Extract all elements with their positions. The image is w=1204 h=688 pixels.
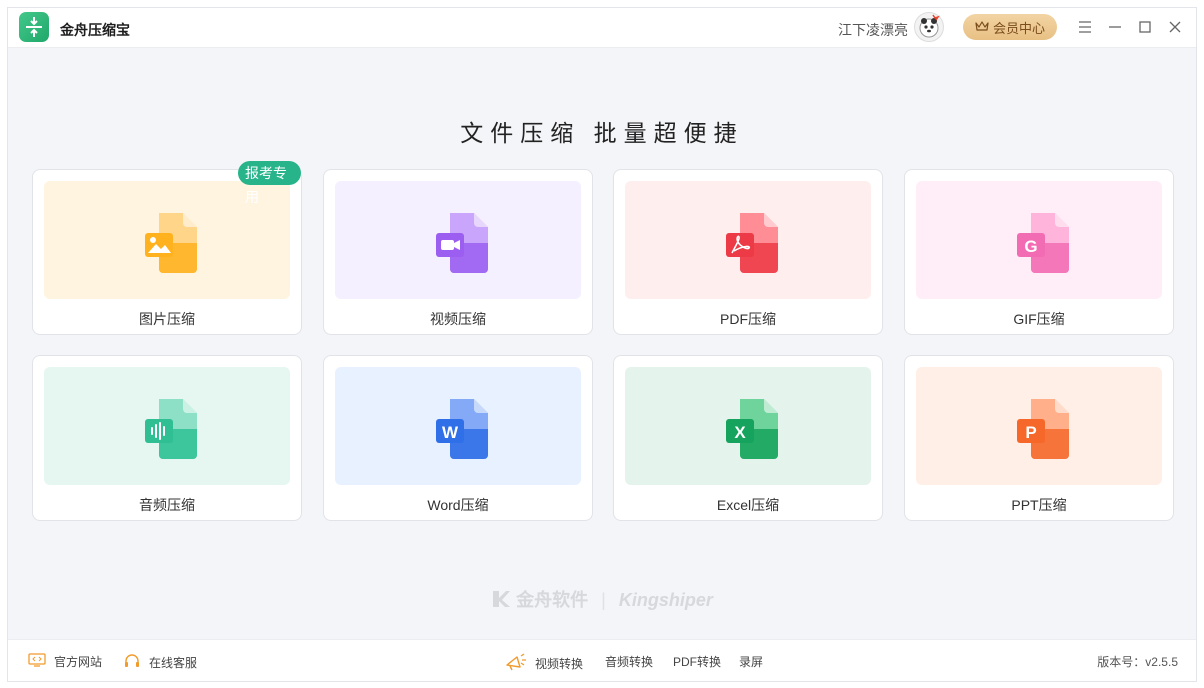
app-title: 金舟压缩宝 [60, 22, 130, 38]
card-preview-area: G [916, 181, 1162, 299]
card-image-compress[interactable]: 图片压缩 报考专用 [32, 161, 302, 335]
card-label: Excel压缩 [716, 497, 780, 513]
vip-center-label: 会员中心 [992, 20, 1045, 36]
file-type-icon: P [1011, 393, 1077, 461]
avatar[interactable] [914, 12, 944, 42]
svg-text:G: G [1024, 237, 1037, 256]
headset-icon [123, 653, 141, 672]
app-logo-icon [19, 12, 49, 42]
footer-bar: 官方网站 在线客服 视频转换 音频转换 PDF转换 录屏 版本号：v2.5.5 [8, 639, 1196, 681]
card-word-compress[interactable]: W Word压缩 [323, 355, 593, 521]
version-text: 版本号：v2.5.5 [1097, 655, 1178, 669]
brand-watermark: 金舟软件 | Kingshiper [8, 586, 1196, 612]
card-preview-area [44, 367, 290, 485]
file-type-icon [139, 207, 205, 275]
video-convert-link[interactable]: 视频转换 [505, 653, 583, 674]
card-gif-compress[interactable]: G GIF压缩 [904, 169, 1174, 335]
card-preview-area: W [335, 367, 581, 485]
card-preview-area: P [916, 367, 1162, 485]
official-site-link[interactable]: 官方网站 [28, 653, 102, 670]
crown-icon [975, 20, 989, 35]
svg-text:W: W [442, 423, 459, 442]
video-convert-label: 视频转换 [535, 657, 584, 671]
file-type-icon [430, 207, 496, 275]
card-label: 视频压缩 [430, 311, 486, 327]
file-type-icon: G [1011, 207, 1077, 275]
minimize-icon[interactable] [1106, 18, 1124, 36]
watermark-en: Kingshiper [618, 590, 713, 610]
menu-icon[interactable] [1076, 18, 1094, 36]
official-site-label: 官方网站 [54, 655, 103, 669]
card-preview-area: X [625, 367, 871, 485]
file-type-icon [139, 393, 205, 461]
file-type-icon: W [430, 393, 496, 461]
vip-center-button[interactable]: 会员中心 [963, 14, 1057, 40]
screen-record-label: 录屏 [739, 655, 764, 669]
audio-convert-link[interactable]: 音频转换 [605, 653, 653, 670]
pdf-convert-link[interactable]: PDF转换 [673, 653, 721, 670]
card-preview-area [625, 181, 871, 299]
monitor-icon [28, 653, 46, 670]
card-label: Word压缩 [427, 497, 489, 513]
megaphone-icon [505, 653, 527, 674]
card-label: 音频压缩 [139, 497, 195, 513]
online-service-label: 在线客服 [149, 656, 198, 670]
online-service-link[interactable]: 在线客服 [123, 653, 197, 672]
file-type-icon [720, 207, 786, 275]
svg-text:P: P [1025, 423, 1036, 442]
card-excel-compress[interactable]: X Excel压缩 [613, 355, 883, 521]
pdf-convert-label: PDF转换 [673, 655, 722, 669]
page-headline: 文件压缩 批量超便捷 [460, 120, 744, 146]
exam-badge: 报考专用 [238, 161, 301, 205]
card-video-compress[interactable]: 视频压缩 [323, 169, 593, 335]
card-label: PDF压缩 [720, 311, 776, 327]
title-bar: 金舟压缩宝 江下凌漂亮 会员中心 [8, 8, 1196, 48]
card-pdf-compress[interactable]: PDF压缩 [613, 169, 883, 335]
close-icon[interactable] [1166, 18, 1184, 36]
svg-text:X: X [734, 423, 746, 442]
card-audio-compress[interactable]: 音频压缩 [32, 355, 302, 521]
file-type-icon: X [720, 393, 786, 461]
card-label: PPT压缩 [1011, 497, 1067, 513]
watermark-divider: | [601, 590, 606, 610]
brand-logo-icon [491, 590, 516, 610]
maximize-icon[interactable] [1136, 18, 1154, 36]
username[interactable]: 江下凌漂亮 [838, 20, 908, 40]
card-label: 图片压缩 [139, 311, 195, 327]
watermark-cn: 金舟软件 [516, 590, 589, 610]
card-ppt-compress[interactable]: P PPT压缩 [904, 355, 1174, 521]
card-preview-area [335, 181, 581, 299]
screen-record-link[interactable]: 录屏 [739, 653, 763, 670]
audio-convert-label: 音频转换 [605, 655, 654, 669]
card-label: GIF压缩 [1013, 311, 1065, 327]
app-window: 金舟压缩宝 江下凌漂亮 会员中心 文件压缩 批量超便捷 图片压缩 报考专用 视频… [7, 7, 1197, 682]
